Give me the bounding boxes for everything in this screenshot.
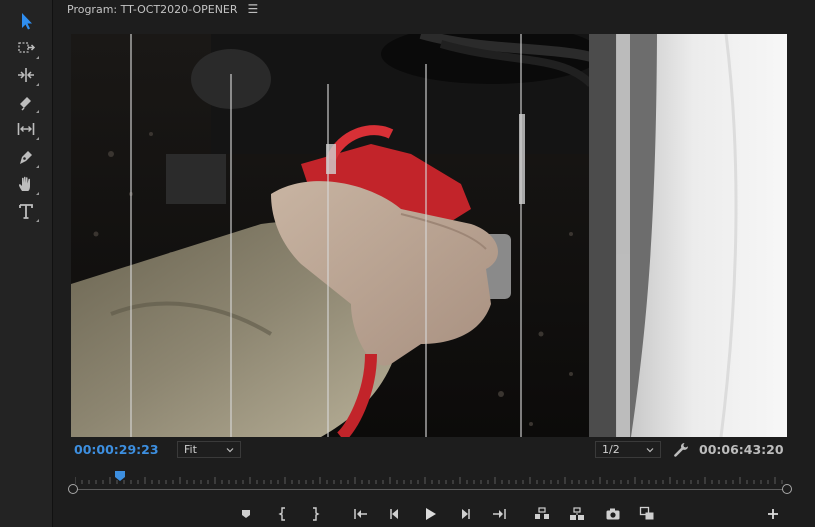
tool-flyout-indicator [36, 56, 39, 59]
step-forward-button[interactable] [455, 504, 475, 524]
lift-icon [535, 507, 549, 519]
tool-flyout-indicator [36, 83, 39, 86]
step-back-icon [390, 509, 398, 519]
camera-icon [606, 508, 620, 520]
playhead[interactable] [114, 471, 125, 481]
time-ruler[interactable] [68, 468, 792, 494]
chevron-down-icon [226, 448, 234, 453]
go-to-out-button[interactable] [489, 504, 509, 524]
mark-out-icon [313, 507, 320, 521]
compare-icon [639, 506, 654, 520]
extract-button[interactable] [567, 504, 587, 524]
zoom-end-handle[interactable] [782, 484, 792, 494]
hamburger-menu-icon[interactable]: ☰ [248, 2, 259, 16]
mark-out-button[interactable] [305, 504, 325, 524]
selection-tool[interactable] [11, 9, 41, 33]
slip-icon [17, 123, 35, 135]
ripple-edit-icon [18, 68, 34, 82]
video-frame-image [71, 34, 787, 437]
tool-flyout-indicator [36, 137, 39, 140]
play-icon [426, 508, 436, 520]
type-icon [19, 204, 33, 219]
duration-timecode: 00:06:43:20 [699, 442, 784, 457]
panel-header: Program: TT-OCT2020-OPENER ☰ [53, 0, 815, 18]
compare-view-button[interactable] [637, 504, 657, 524]
play-button[interactable] [420, 504, 440, 524]
playback-resolution-select[interactable]: 1/2 [595, 441, 661, 458]
pen-icon [20, 151, 32, 164]
mark-in-icon [278, 507, 285, 521]
ripple-edit-tool[interactable] [11, 63, 41, 87]
chevron-down-icon [646, 448, 654, 453]
transport-controls [53, 502, 815, 526]
current-timecode[interactable]: 00:00:29:23 [74, 442, 159, 457]
razor-icon [20, 97, 31, 111]
hand-icon [19, 176, 30, 191]
arrow-pointer-icon [22, 13, 32, 30]
video-preview[interactable] [71, 34, 787, 437]
panel-title: Program: TT-OCT2020-OPENER [67, 2, 238, 16]
mark-in-button[interactable] [273, 504, 293, 524]
program-monitor-panel: Program: TT-OCT2020-OPENER ☰ 00:00:29:23… [53, 0, 815, 527]
tools-panel [0, 0, 53, 527]
zoom-start-handle[interactable] [68, 484, 78, 494]
wrench-settings-icon[interactable] [672, 441, 690, 459]
go-to-out-icon [493, 509, 506, 519]
plus-icon [768, 509, 778, 519]
track-select-tool[interactable] [11, 36, 41, 60]
button-editor-button[interactable] [763, 504, 783, 524]
marker-icon [242, 510, 250, 518]
step-back-button[interactable] [385, 504, 405, 524]
extract-icon [570, 507, 584, 520]
tool-flyout-indicator [36, 219, 39, 222]
razor-tool[interactable] [11, 90, 41, 114]
tool-flyout-indicator [36, 165, 39, 168]
add-marker-button[interactable] [236, 504, 256, 524]
go-to-in-button[interactable] [351, 504, 371, 524]
track-select-icon [18, 42, 36, 53]
pen-tool[interactable] [11, 145, 41, 169]
tool-flyout-indicator [36, 110, 39, 113]
tool-flyout-indicator [36, 192, 39, 195]
type-tool[interactable] [11, 199, 41, 223]
hand-tool[interactable] [11, 172, 41, 196]
step-forward-icon [462, 509, 470, 519]
go-to-in-icon [354, 509, 367, 519]
resolution-value: 1/2 [602, 443, 620, 456]
export-frame-button[interactable] [603, 504, 623, 524]
zoom-level-select[interactable]: Fit [177, 441, 241, 458]
ruler-ticks [75, 477, 783, 484]
zoom-level-value: Fit [184, 443, 197, 456]
lift-button[interactable] [532, 504, 552, 524]
zoom-scroll-bar[interactable] [73, 489, 785, 490]
slip-tool[interactable] [11, 117, 41, 141]
